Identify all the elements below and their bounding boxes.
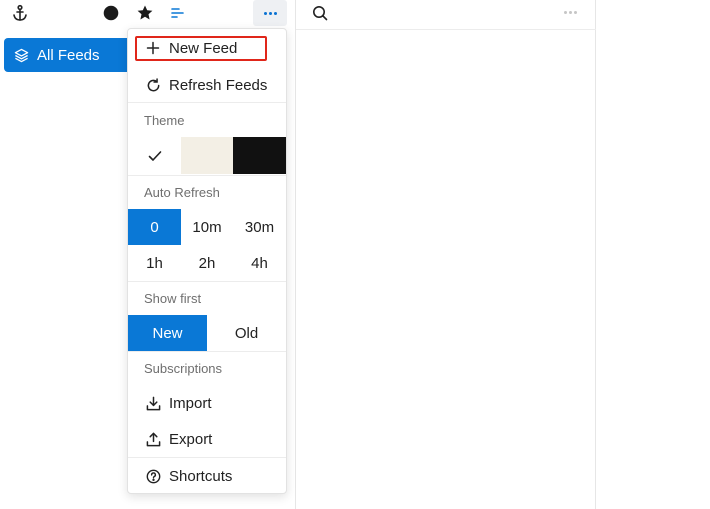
auto-refresh-option-2h[interactable]: 2h — [181, 245, 233, 281]
shortcuts-menu-item[interactable]: Shortcuts — [128, 458, 286, 493]
menu-divider — [128, 281, 286, 282]
theme-sepia-option[interactable] — [181, 137, 233, 174]
auto-refresh-option-30m[interactable]: 30m — [233, 209, 286, 245]
refresh-feeds-menu-item[interactable]: Refresh Feeds — [128, 67, 286, 103]
auto-refresh-option-10m[interactable]: 10m — [181, 209, 233, 245]
auto-refresh-heading: Auto Refresh — [144, 185, 220, 200]
more-menu-dropdown: New Feed Refresh Feeds Theme Auto Refres… — [127, 28, 287, 494]
anchor-icon[interactable] — [9, 2, 31, 24]
menu-divider — [128, 175, 286, 176]
filter-lines-icon[interactable] — [167, 2, 189, 24]
import-menu-item[interactable]: Import — [128, 385, 286, 421]
divider — [296, 29, 596, 30]
auto-refresh-option-0[interactable]: 0 — [128, 209, 181, 245]
layers-icon — [14, 48, 29, 62]
import-label: Import — [169, 394, 212, 412]
more-dots-icon — [263, 11, 277, 15]
auto-refresh-option-1h[interactable]: 1h — [128, 245, 181, 281]
show-first-heading: Show first — [144, 291, 202, 306]
export-label: Export — [169, 430, 213, 448]
export-menu-item[interactable]: Export — [128, 421, 286, 457]
refresh-feeds-label: Refresh Feeds — [169, 76, 268, 94]
new-feed-menu-item[interactable]: New Feed — [128, 30, 286, 66]
show-first-old-option[interactable]: Old — [207, 315, 286, 351]
upload-icon — [145, 431, 161, 447]
theme-dark-option[interactable] — [233, 137, 286, 174]
content-pane — [597, 0, 710, 509]
menu-divider — [128, 102, 286, 103]
list-more-icon[interactable] — [561, 7, 579, 17]
refresh-icon — [145, 77, 161, 93]
star-icon[interactable] — [134, 2, 156, 24]
show-first-new-option[interactable]: New — [128, 315, 207, 351]
menu-divider — [128, 351, 286, 352]
subscriptions-heading: Subscriptions — [144, 361, 223, 376]
sidebar-item-label: All Feeds — [37, 46, 100, 64]
help-circle-icon — [145, 468, 161, 484]
search-icon[interactable] — [310, 3, 330, 23]
item-list-pane — [296, 0, 596, 509]
auto-refresh-option-4h[interactable]: 4h — [233, 245, 286, 281]
download-icon — [145, 395, 161, 411]
theme-heading: Theme — [144, 113, 185, 128]
unread-filter-icon[interactable] — [100, 2, 122, 24]
new-feed-label: New Feed — [169, 39, 238, 57]
checkmark-icon — [148, 150, 161, 161]
shortcuts-label: Shortcuts — [169, 467, 233, 485]
theme-light-option[interactable] — [128, 137, 181, 174]
plus-icon — [145, 40, 161, 56]
more-menu-button[interactable] — [253, 0, 287, 26]
